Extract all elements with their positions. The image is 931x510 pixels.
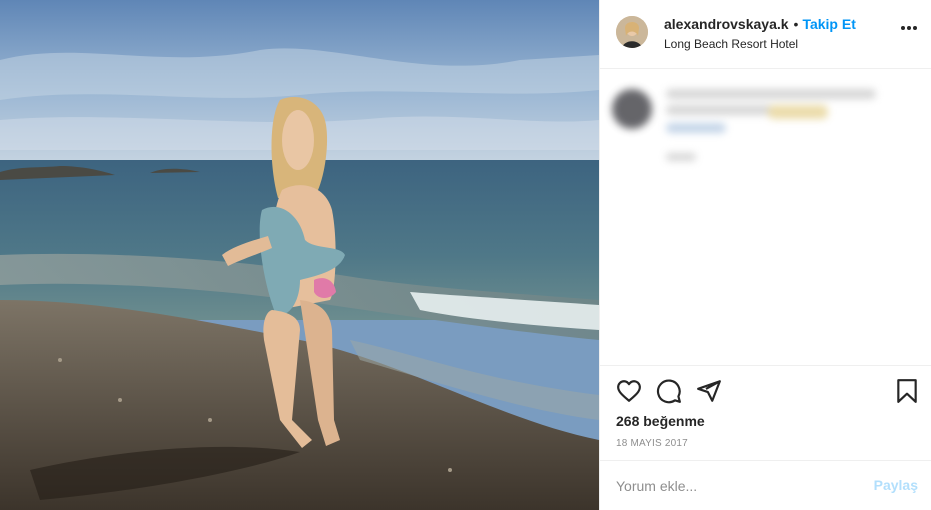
comment-icon[interactable] [656,378,682,404]
separator-dot: • [793,16,799,32]
likes-count[interactable]: 268 beğenme [616,413,705,429]
blurred-text [666,105,776,115]
more-dot [913,26,917,30]
post-date[interactable]: 18 MAYIS 2017 [616,438,688,449]
comments-section[interactable] [600,69,931,366]
post-sidebar: alexandrovskaya.k • Takip Et Long Beach Re… [599,0,931,510]
more-dot [907,26,911,30]
more-options-icon[interactable] [901,26,917,30]
more-dot [901,26,905,30]
share-button[interactable]: Paylaş [874,477,918,493]
blurred-comment [608,83,908,183]
blurred-emoji [768,105,828,119]
blurred-tag [666,123,726,133]
post-photo[interactable] [0,0,599,510]
paper-plane-icon[interactable] [696,378,722,404]
follow-button[interactable]: Takip Et [802,16,855,32]
blurred-avatar [612,89,652,129]
username-link[interactable]: alexandrovskaya.k [664,16,789,32]
blurred-time [666,153,696,161]
user-line: alexandrovskaya.k • Takip Et [664,16,856,32]
comment-input[interactable] [616,475,856,497]
avatar[interactable] [616,16,648,48]
location-link[interactable]: Long Beach Resort Hotel [664,37,798,51]
comment-bar: Paylaş [600,460,931,510]
heart-icon[interactable] [616,378,642,404]
post-header: alexandrovskaya.k • Takip Et Long Beach Re… [600,0,931,69]
bookmark-icon[interactable] [894,378,920,404]
blurred-text [666,89,876,99]
